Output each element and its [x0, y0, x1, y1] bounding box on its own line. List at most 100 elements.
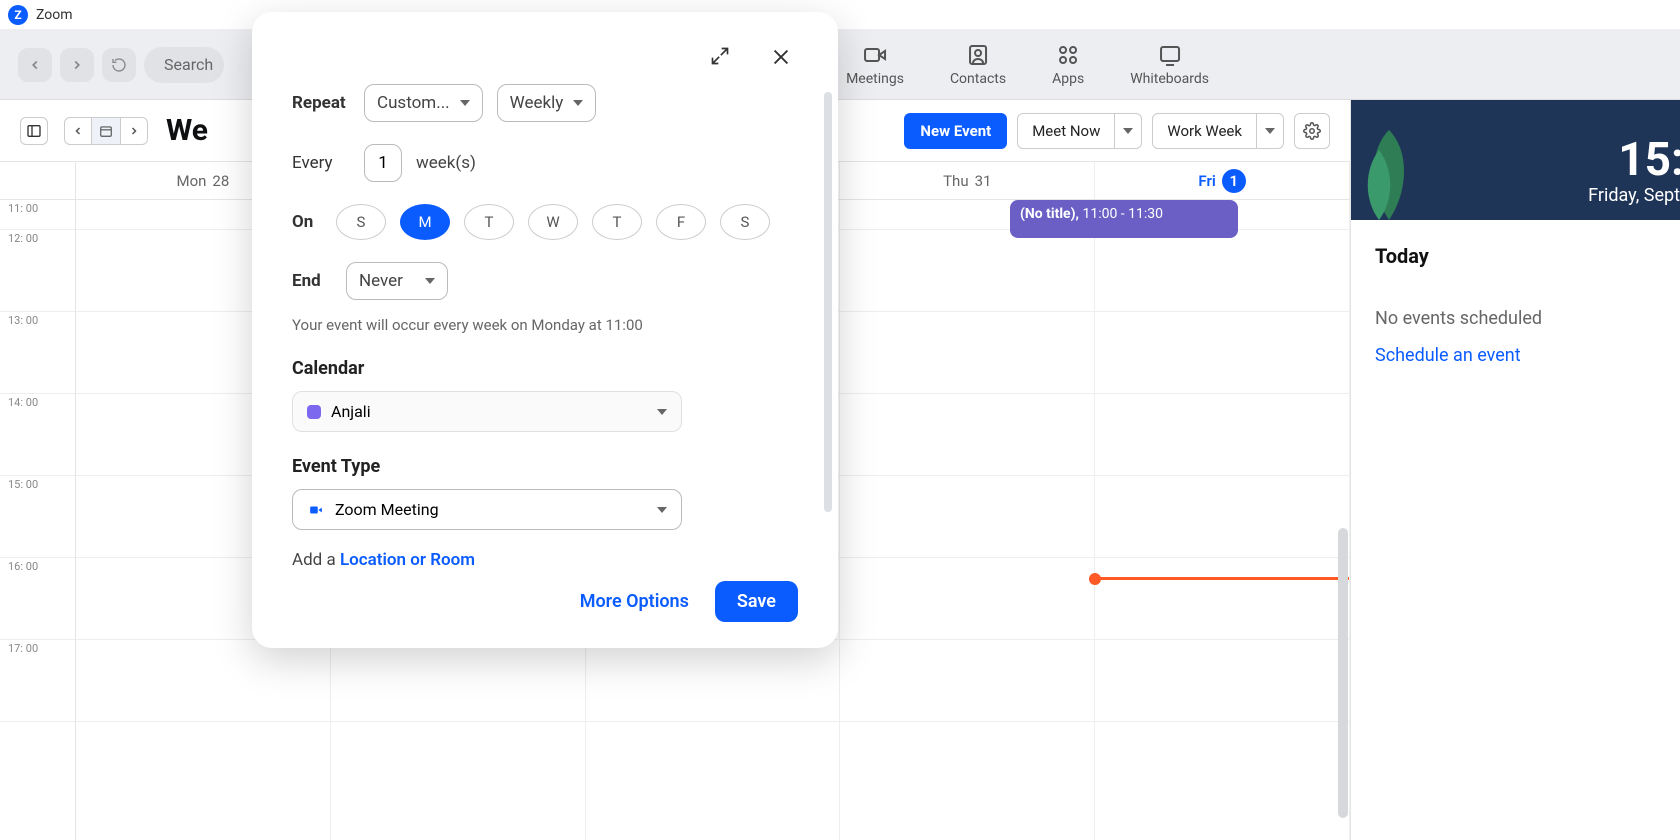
calendar-color-icon	[307, 405, 321, 419]
day-badge: 1	[1222, 169, 1246, 193]
calendar-section-label: Calendar	[292, 358, 798, 379]
nav-meetings[interactable]: Meetings	[846, 43, 904, 87]
day-header-thu[interactable]: Thu 31	[840, 162, 1095, 199]
search-input[interactable]: Search	[144, 47, 224, 83]
view-mode-button[interactable]: Work Week	[1152, 113, 1257, 149]
hour-label: 16: 00	[0, 558, 75, 640]
new-event-button[interactable]: New Event	[904, 113, 1007, 149]
calendar-value: Anjali	[331, 402, 371, 421]
nav-apps[interactable]: Apps	[1052, 43, 1084, 87]
nav-whiteboards-label: Whiteboards	[1130, 71, 1209, 87]
save-button[interactable]: Save	[715, 581, 798, 622]
end-select[interactable]: Never	[346, 262, 448, 300]
hour-label: 13: 00	[0, 312, 75, 394]
repeat-label: Repeat	[292, 93, 350, 113]
location-link[interactable]: Location or Room	[340, 550, 475, 570]
chevron-down-icon	[425, 278, 435, 284]
settings-button[interactable]	[1294, 113, 1330, 149]
week-title: We	[166, 113, 208, 148]
calendar-event[interactable]: (No title), 11:00 - 11:30	[1010, 200, 1238, 238]
side-panel: 15: Friday, Sept Today No events schedul…	[1350, 100, 1680, 840]
back-button[interactable]	[18, 48, 52, 82]
close-icon	[770, 46, 792, 68]
expand-icon	[710, 46, 730, 66]
add-location-row: Add a Location or Room	[292, 550, 798, 570]
frequency-select[interactable]: Weekly	[497, 84, 597, 122]
schedule-event-link[interactable]: Schedule an event	[1375, 345, 1656, 366]
repeat-select[interactable]: Custom...	[364, 84, 483, 122]
chevron-down-icon	[657, 507, 667, 513]
nav-contacts[interactable]: Contacts	[950, 43, 1006, 87]
more-options-button[interactable]: More Options	[580, 591, 689, 612]
nav-whiteboards[interactable]: Whiteboards	[1130, 43, 1209, 87]
end-label: End	[292, 271, 332, 291]
day-wed[interactable]: W	[528, 204, 578, 240]
time-gutter: 11: 00 12: 00 13: 00 14: 00 15: 00 16: 0…	[0, 200, 76, 840]
meet-now-dropdown[interactable]	[1115, 113, 1142, 149]
day-label: Thu	[943, 172, 968, 190]
day-mon[interactable]: M	[400, 204, 450, 240]
whiteboard-icon	[1158, 43, 1182, 67]
expand-button[interactable]	[704, 40, 736, 78]
hour-label: 14: 00	[0, 394, 75, 476]
history-button[interactable]	[102, 48, 136, 82]
video-icon	[307, 503, 325, 517]
nav-meetings-label: Meetings	[846, 71, 904, 87]
now-indicator	[1095, 577, 1349, 580]
event-type-select[interactable]: Zoom Meeting	[292, 489, 682, 530]
day-header-fri[interactable]: Fri 1	[1095, 162, 1350, 199]
day-thu[interactable]: T	[592, 204, 642, 240]
calendar-select[interactable]: Anjali	[292, 391, 682, 432]
no-events-text: No events scheduled	[1375, 308, 1656, 329]
today-heading: Today	[1375, 244, 1656, 268]
chevron-down-icon	[573, 100, 583, 106]
contacts-icon	[966, 43, 990, 67]
hour-label: 11: 00	[0, 200, 75, 230]
every-input[interactable]	[364, 144, 402, 182]
view-mode-split: Work Week	[1152, 113, 1284, 149]
event-time: 11:00 - 11:30	[1082, 206, 1163, 222]
hour-label: 15: 00	[0, 476, 75, 558]
day-number: 31	[975, 172, 992, 190]
side-pane-toggle[interactable]	[20, 117, 48, 145]
day-sat[interactable]: S	[720, 204, 770, 240]
view-mode-dropdown[interactable]	[1257, 113, 1284, 149]
hour-label: 17: 00	[0, 640, 75, 722]
day-label: Mon	[176, 172, 206, 190]
day-label: Fri	[1198, 172, 1215, 190]
day-number: 28	[212, 172, 229, 190]
chevron-down-icon	[460, 100, 470, 106]
modal-scrollbar[interactable]	[824, 92, 832, 512]
close-button[interactable]	[764, 40, 798, 78]
next-button[interactable]	[120, 117, 148, 145]
search-placeholder: Search	[164, 55, 213, 74]
event-title: (No title),	[1020, 206, 1079, 222]
video-icon	[863, 43, 887, 67]
zoom-logo-icon: Z	[8, 5, 28, 25]
scrollbar[interactable]	[1338, 528, 1348, 818]
day-sun[interactable]: S	[336, 204, 386, 240]
app-title: Zoom	[36, 7, 73, 23]
meet-now-split: Meet Now	[1017, 113, 1142, 149]
add-a-text: Add a	[292, 550, 340, 570]
forward-button[interactable]	[60, 48, 94, 82]
every-suffix: week(s)	[416, 153, 476, 173]
days-selector: S M T W T F S	[336, 204, 770, 240]
pane-icon	[26, 123, 42, 139]
meet-now-button[interactable]: Meet Now	[1017, 113, 1115, 149]
repeat-value: Custom...	[377, 93, 450, 113]
hour-label: 12: 00	[0, 230, 75, 312]
nav-contacts-label: Contacts	[950, 71, 1006, 87]
day-fri[interactable]: F	[656, 204, 706, 240]
leaf-illustration	[1359, 130, 1419, 220]
today-button[interactable]	[92, 117, 120, 145]
end-value: Never	[359, 271, 403, 291]
event-type-label: Event Type	[292, 456, 798, 477]
date-nav	[64, 117, 148, 145]
chevron-down-icon	[657, 409, 667, 415]
recurrence-summary: Your event will occur every week on Mond…	[292, 316, 798, 334]
side-clock: 15:	[1618, 133, 1680, 187]
prev-button[interactable]	[64, 117, 92, 145]
chevron-down-icon	[1265, 128, 1275, 134]
day-tue[interactable]: T	[464, 204, 514, 240]
